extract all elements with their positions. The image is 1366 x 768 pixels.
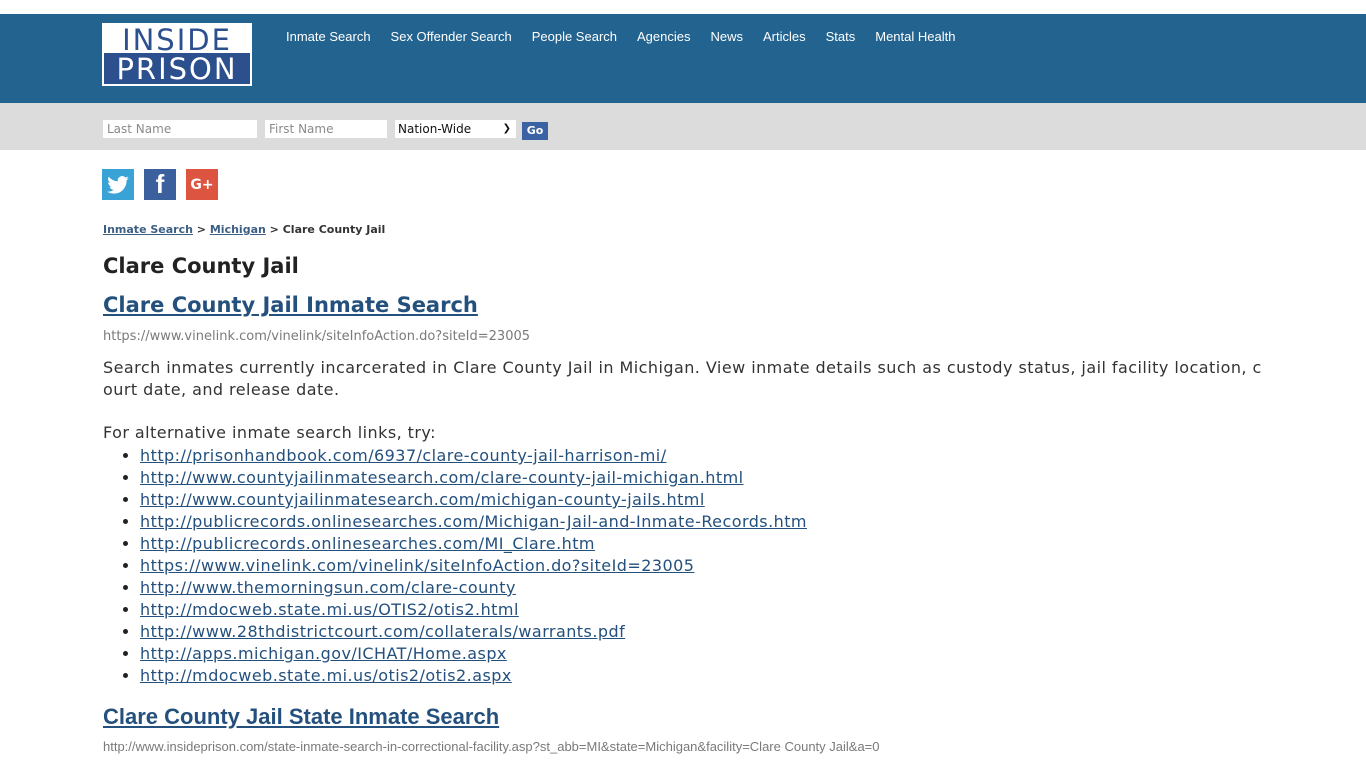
page-title: Clare County Jail [103, 254, 299, 278]
list-item: http://mdocweb.state.mi.us/otis2/otis2.a… [140, 665, 807, 687]
last-name-input[interactable] [103, 120, 257, 138]
alt-link[interactable]: http://publicrecords.onlinesearches.com/… [140, 512, 807, 531]
alt-link[interactable]: http://mdocweb.state.mi.us/OTIS2/otis2.h… [140, 600, 519, 619]
logo-line-2: PRISON [104, 53, 250, 85]
state-select-value: Nation-Wide [398, 122, 472, 136]
logo-line-1: INSIDE [122, 23, 232, 57]
list-item: http://publicrecords.onlinesearches.com/… [140, 533, 807, 555]
list-item: http://www.countyjailinmatesearch.com/mi… [140, 489, 807, 511]
list-item: http://prisonhandbook.com/6937/clare-cou… [140, 445, 807, 467]
list-item: http://www.28thdistrictcourt.com/collate… [140, 621, 807, 643]
list-item: http://www.themorningsun.com/clare-count… [140, 577, 807, 599]
breadcrumb: Inmate Search > Michigan > Clare County … [103, 223, 385, 236]
inmate-search-heading-link[interactable]: Clare County Jail Inmate Search [103, 293, 478, 317]
inmate-search-url: https://www.vinelink.com/vinelink/siteIn… [103, 329, 531, 344]
list-item: https://www.vinelink.com/vinelink/siteIn… [140, 555, 807, 577]
top-spacer [0, 0, 1366, 14]
site-header: INSIDE PRISON Inmate Search Sex Offender… [0, 14, 1366, 103]
state-inmate-search-heading-link[interactable]: Clare County Jail State Inmate Search [103, 704, 499, 730]
alt-link[interactable]: https://www.vinelink.com/vinelink/siteIn… [140, 556, 694, 575]
list-item: http://publicrecords.onlinesearches.com/… [140, 511, 807, 533]
main-nav: Inmate Search Sex Offender Search People… [286, 29, 975, 45]
twitter-icon[interactable] [102, 169, 134, 200]
state-inmate-search-url: http://www.insideprison.com/state-inmate… [103, 739, 880, 754]
alt-link[interactable]: http://mdocweb.state.mi.us/otis2/otis2.a… [140, 666, 512, 685]
breadcrumb-separator: > [269, 223, 279, 236]
nav-news[interactable]: News [710, 29, 743, 45]
nav-people-search[interactable]: People Search [532, 29, 617, 45]
chevron-down-icon: ❯ [502, 123, 511, 134]
alt-link[interactable]: http://www.countyjailinmatesearch.com/cl… [140, 468, 744, 487]
alt-link[interactable]: http://www.themorningsun.com/clare-count… [140, 578, 516, 597]
inmate-search-bar: Nation-Wide ❯ Go [0, 103, 1366, 150]
facebook-icon[interactable]: f [144, 169, 176, 200]
nav-mental-health[interactable]: Mental Health [875, 29, 955, 45]
list-item: http://mdocweb.state.mi.us/OTIS2/otis2.h… [140, 599, 807, 621]
alt-link[interactable]: http://prisonhandbook.com/6937/clare-cou… [140, 446, 667, 465]
alternative-links-intro: For alternative inmate search links, try… [103, 423, 437, 442]
google-plus-icon[interactable]: G+ [186, 169, 218, 200]
breadcrumb-michigan[interactable]: Michigan [210, 223, 266, 236]
go-button[interactable]: Go [522, 122, 548, 140]
nav-agencies[interactable]: Agencies [637, 29, 690, 45]
state-select[interactable]: Nation-Wide ❯ [395, 120, 516, 138]
alt-link[interactable]: http://www.28thdistrictcourt.com/collate… [140, 622, 625, 641]
alternative-links-list: http://prisonhandbook.com/6937/clare-cou… [103, 445, 807, 687]
nav-stats[interactable]: Stats [826, 29, 856, 45]
alt-link[interactable]: http://www.countyjailinmatesearch.com/mi… [140, 490, 705, 509]
breadcrumb-inmate-search[interactable]: Inmate Search [103, 223, 193, 236]
breadcrumb-separator: > [196, 223, 207, 236]
list-item: http://apps.michigan.gov/ICHAT/Home.aspx [140, 643, 807, 665]
facility-description: Search inmates currently incarcerated in… [103, 358, 1262, 399]
social-share: f G+ [102, 169, 218, 200]
alt-link[interactable]: http://publicrecords.onlinesearches.com/… [140, 534, 595, 553]
list-item: http://www.countyjailinmatesearch.com/cl… [140, 467, 807, 489]
inside-prison-logo[interactable]: INSIDE PRISON [102, 23, 252, 86]
nav-articles[interactable]: Articles [763, 29, 806, 45]
alt-link[interactable]: http://apps.michigan.gov/ICHAT/Home.aspx [140, 644, 507, 663]
breadcrumb-current: Clare County Jail [282, 223, 386, 236]
first-name-input[interactable] [265, 120, 387, 138]
nav-sex-offender-search[interactable]: Sex Offender Search [391, 29, 512, 45]
nav-inmate-search[interactable]: Inmate Search [286, 29, 371, 45]
